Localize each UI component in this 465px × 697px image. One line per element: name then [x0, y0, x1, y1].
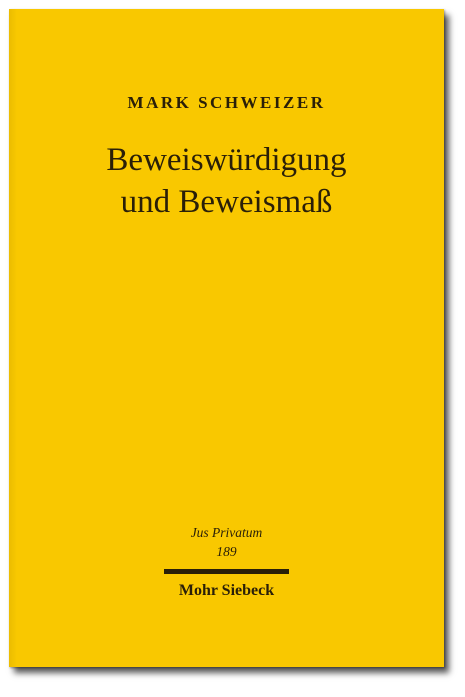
book-title: Beweiswürdigung und Beweismaß	[9, 139, 444, 223]
series-name: Jus Privatum	[190, 525, 263, 540]
title-line-1: Beweiswürdigung	[106, 142, 347, 178]
title-line-2: und Beweismaß	[120, 184, 333, 220]
publisher-name: Mohr Siebeck	[178, 582, 275, 599]
series-number: 189	[216, 544, 237, 559]
page: MARK SCHWEIZER Beweiswürdigung und Bewei…	[0, 0, 465, 697]
author-name: MARK SCHWEIZER	[127, 93, 326, 112]
divider-rule	[164, 569, 289, 574]
book-cover: MARK SCHWEIZER Beweiswürdigung und Bewei…	[9, 9, 444, 667]
